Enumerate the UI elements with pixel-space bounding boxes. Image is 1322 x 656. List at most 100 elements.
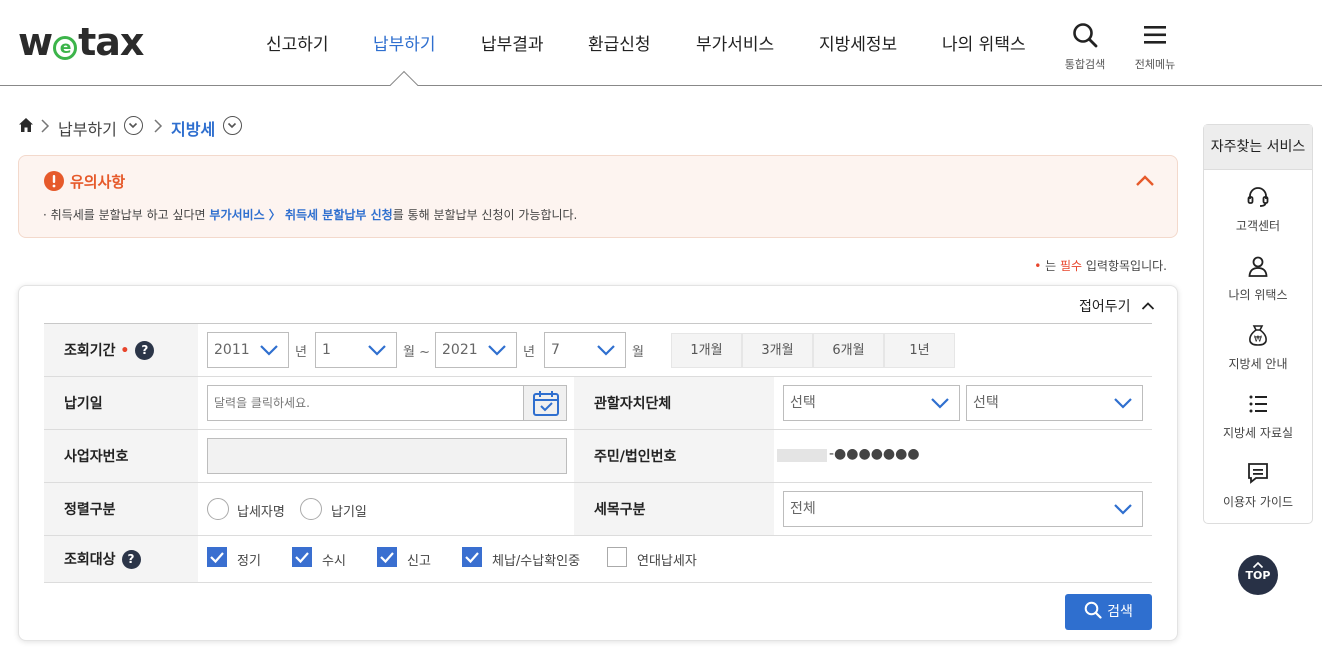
svg-text:₩: ₩: [1254, 335, 1262, 344]
chevron-up-icon[interactable]: [1135, 174, 1155, 188]
search-icon: [1073, 23, 1098, 48]
due-date-input[interactable]: 달력을 클릭하세요.: [207, 385, 567, 421]
unit-year: 년: [295, 345, 307, 360]
chevron-down-circle-icon[interactable]: [223, 116, 242, 135]
chevron-up-icon: [1141, 302, 1155, 310]
chat-icon: [1248, 463, 1268, 484]
nav-extra-services[interactable]: 부가서비스: [696, 30, 774, 55]
integrated-search-button[interactable]: 통합검색: [1055, 22, 1115, 72]
side-item-local-tax-archive[interactable]: 지방세 자료실: [1204, 392, 1312, 441]
target-option-regular: 정기: [237, 554, 261, 569]
sort-radio-due-date[interactable]: [300, 498, 322, 520]
jurisdiction-label-cell: 관할자치단체: [574, 376, 774, 430]
chevron-down-icon: [1114, 504, 1132, 515]
to-year-select[interactable]: 2021: [435, 332, 517, 368]
sort-radio-taxpayer-name[interactable]: [207, 498, 229, 520]
nav-payment[interactable]: 납부하기: [373, 30, 436, 55]
home-icon[interactable]: [18, 117, 34, 133]
warning-icon: [44, 171, 64, 191]
check-icon: [295, 552, 309, 564]
tax-item-select[interactable]: 전체: [783, 491, 1143, 527]
chevron-down-icon: [488, 345, 506, 356]
target-checkbox-occasional[interactable]: [292, 547, 312, 567]
nav-report[interactable]: 신고하기: [266, 30, 329, 55]
user-icon: [1248, 256, 1268, 277]
required-dot: •: [1034, 259, 1042, 273]
required-suffix: 입력항목입니다.: [1082, 259, 1167, 273]
jurisdiction-select-1-value: 선택: [790, 395, 816, 411]
calendar-button[interactable]: [523, 386, 566, 420]
side-item-local-tax-guide[interactable]: ₩ 지방세 안내: [1204, 323, 1312, 372]
quick-services-title: 자주찾는 서비스: [1204, 125, 1312, 170]
from-month-select[interactable]: 1: [315, 332, 397, 368]
jurisdiction-select-2-value: 선택: [973, 395, 999, 411]
due-date-label: 납기일: [64, 396, 103, 412]
calendar-icon: [533, 391, 559, 416]
check-icon: [380, 552, 394, 564]
help-icon[interactable]: ?: [121, 550, 141, 569]
nav-refund[interactable]: 환급신청: [588, 30, 651, 55]
list-icon: [1249, 395, 1267, 413]
tax-item-label: 세목구분: [594, 502, 646, 518]
money-bag-icon: ₩: [1249, 325, 1267, 346]
side-item-user-guide[interactable]: 이용자 가이드: [1204, 461, 1312, 510]
headset-icon: [1247, 187, 1269, 207]
period-6month-button[interactable]: 6개월: [813, 333, 884, 368]
chevron-right-icon: [154, 119, 163, 133]
jurisdiction-select-1[interactable]: 선택: [783, 385, 960, 421]
notice-title: 유의사항: [70, 173, 126, 191]
from-year-select[interactable]: 2011: [207, 332, 289, 368]
to-month-select[interactable]: 7: [544, 332, 626, 368]
jurisdiction-select-2[interactable]: 선택: [966, 385, 1143, 421]
search-icon: [1084, 601, 1102, 619]
side-item-customer-center[interactable]: 고객센터: [1204, 185, 1312, 234]
nav-payment-result[interactable]: 납부결과: [481, 30, 544, 55]
required-prefix: 는: [1045, 259, 1060, 273]
required-dot: •: [115, 343, 130, 359]
all-menu-button[interactable]: 전체메뉴: [1125, 22, 1185, 72]
business-no-label: 사업자번호: [64, 449, 129, 465]
side-item-label: 지방세 자료실: [1222, 426, 1294, 440]
sort-option-taxpayer-name: 납세자명: [237, 505, 285, 520]
notice-link[interactable]: 부가서비스 〉 취득세 분할납부 신청: [209, 208, 392, 222]
notice-text: · 취득세를 분할납부 하고 싶다면 부가서비스 〉 취득세 분할납부 신청를 …: [43, 206, 577, 223]
chevron-down-icon: [931, 398, 949, 409]
chevron-down-icon: [597, 345, 615, 356]
target-checkbox-joint-taxpayer[interactable]: [607, 547, 627, 567]
collapse-button[interactable]: 접어두기: [1079, 296, 1155, 316]
breadcrumb-payment[interactable]: 납부하기: [58, 116, 117, 140]
resident-no-label: 주민/법인번호: [594, 449, 677, 465]
scroll-top-button[interactable]: TOP: [1238, 555, 1278, 595]
breadcrumb-local-tax[interactable]: 지방세: [171, 116, 215, 140]
site-header: w e tax 신고하기 납부하기 납부결과 환급신청 부가서비스 지방세정보 나의…: [0, 0, 1322, 86]
help-icon[interactable]: ?: [135, 341, 155, 360]
top-label: TOP: [1245, 569, 1271, 582]
period-3month-button[interactable]: 3개월: [742, 333, 813, 368]
target-checkbox-report[interactable]: [377, 547, 397, 567]
chevron-up-icon: [1252, 561, 1264, 569]
hamburger-icon: [1144, 26, 1166, 44]
sort-option-due-date: 납기일: [331, 505, 367, 520]
side-item-label: 지방세 안내: [1228, 357, 1288, 371]
period-1month-button[interactable]: 1개월: [671, 333, 742, 368]
chevron-down-circle-icon[interactable]: [124, 116, 143, 135]
quick-services-panel: 자주찾는 서비스 고객센터 나의 위택스 ₩ 지방세 안내 지방세 자료실 이용…: [1203, 124, 1313, 524]
period-1year-button[interactable]: 1년: [884, 333, 955, 368]
tax-item-value: 전체: [790, 501, 816, 517]
target-checkbox-regular[interactable]: [207, 547, 227, 567]
to-month-value: 7: [551, 342, 560, 358]
side-item-my-wetax[interactable]: 나의 위택스: [1204, 254, 1312, 303]
period-label: 조회기간: [64, 343, 116, 359]
nav-local-tax-info[interactable]: 지방세정보: [819, 30, 897, 55]
side-item-label: 나의 위택스: [1228, 288, 1288, 302]
sort-label: 정렬구분: [64, 502, 116, 518]
chevron-down-icon: [368, 345, 386, 356]
unit-year: 년: [523, 345, 535, 360]
search-button[interactable]: 검색: [1065, 594, 1152, 630]
nav-my-wetax[interactable]: 나의 위택스: [942, 30, 1026, 55]
notice-text-before: · 취득세를 분할납부 하고 싶다면: [43, 208, 210, 222]
wetax-logo[interactable]: w e tax: [18, 20, 144, 64]
menu-label: 전체메뉴: [1134, 58, 1176, 71]
target-checkbox-arrears[interactable]: [462, 547, 482, 567]
chevron-down-icon: [1114, 398, 1132, 409]
